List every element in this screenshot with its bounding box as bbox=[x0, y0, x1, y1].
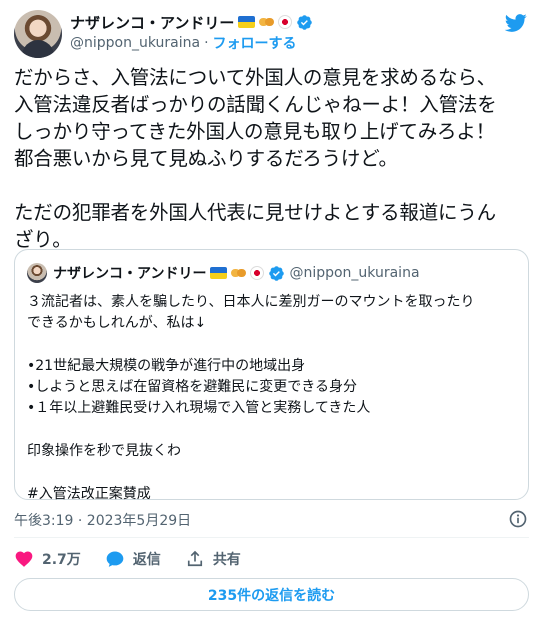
like-count: 2.7万 bbox=[42, 552, 81, 568]
quoted-tweet[interactable]: ナザレンコ・アンドリー @nippon_ukuraina ３流記者は、素人を騙し… bbox=[14, 249, 529, 502]
author-handle[interactable]: @nippon_ukuraina bbox=[70, 35, 200, 51]
tweet-line: ただの犯罪者を外国人代表に見せけよとする報道にうん bbox=[14, 201, 496, 224]
verified-badge-icon bbox=[269, 265, 285, 281]
share-icon bbox=[187, 550, 202, 567]
quoted-line: •21世紀最大規模の戦争が進行中の地域出身 bbox=[27, 357, 306, 374]
tweet-timestamp[interactable]: 午後3:19 · 2023年5月29日 bbox=[14, 510, 191, 530]
reply-button[interactable]: 返信 bbox=[105, 549, 161, 569]
tweet-line: だからさ、入管法について外国人の意見を求めるなら、 bbox=[14, 66, 496, 89]
author-avatar[interactable] bbox=[14, 10, 62, 58]
tweet-line: 都合悪いから見て見ぬふりするだろうけど。 bbox=[14, 147, 398, 170]
author-name-row: ナザレンコ・アンドリー bbox=[70, 12, 313, 32]
quoted-line: ３流記者は、素人を騙したり、日本人に差別ガーのマウントを取ったり bbox=[27, 294, 475, 310]
ukraine-flag-icon bbox=[238, 16, 256, 28]
quoted-line bbox=[27, 462, 519, 483]
japan-flag-icon bbox=[278, 15, 293, 29]
quoted-line: 印象操作を秒で見抜くわ bbox=[27, 443, 181, 460]
share-button[interactable]: 共有 bbox=[185, 549, 241, 569]
tweet-line: しっかり守ってきた外国人の意見も取り上げてみろよ！ bbox=[14, 120, 495, 143]
tweet-actions: 2.7万 返信 共有 bbox=[14, 548, 265, 570]
verified-badge-icon bbox=[297, 14, 313, 30]
reply-label: 返信 bbox=[132, 552, 161, 568]
follow-button[interactable]: フォローする bbox=[213, 33, 297, 53]
info-icon[interactable] bbox=[508, 509, 528, 529]
separator-dot: · bbox=[204, 35, 209, 51]
divider bbox=[14, 537, 529, 538]
ukraine-flag-icon bbox=[210, 267, 228, 279]
quoted-tweet-header: ナザレンコ・アンドリー @nippon_ukuraina bbox=[53, 263, 420, 283]
reply-bubble-icon bbox=[106, 551, 124, 567]
japan-flag-icon bbox=[250, 266, 265, 280]
quoted-hashtag[interactable]: #入管法改正案賛成 bbox=[27, 484, 519, 505]
tweet-line: 入管法違反者ばっかりの話聞くんじゃねーよ！入管法を bbox=[14, 93, 497, 116]
handshake-icon bbox=[259, 16, 275, 28]
like-button[interactable]: 2.7万 bbox=[14, 549, 81, 569]
tweet-text: だからさ、入管法について外国人の意見を求めるなら、 入管法違反者ばっかりの話聞く… bbox=[14, 64, 529, 253]
heart-icon bbox=[15, 551, 33, 567]
quoted-line: できるかもしれんが、私は↓ bbox=[27, 315, 207, 332]
tweet-card: ナザレンコ・アンドリー @nippon_ukuraina · フォローする だか… bbox=[0, 0, 541, 625]
quoted-line bbox=[27, 335, 519, 356]
quoted-line bbox=[27, 420, 519, 441]
author-display-name[interactable]: ナザレンコ・アンドリー bbox=[70, 12, 234, 33]
author-handle-row: @nippon_ukuraina · フォローする bbox=[70, 34, 297, 52]
twitter-bird-icon[interactable] bbox=[503, 12, 529, 34]
share-label: 共有 bbox=[212, 552, 241, 568]
handshake-icon bbox=[231, 267, 247, 279]
read-replies-button[interactable]: 235件の返信を読む bbox=[14, 578, 529, 611]
quoted-author-avatar bbox=[27, 263, 47, 283]
quoted-line: •１年以上避難民受け入れ現場で入管と実務してきた人 bbox=[27, 400, 371, 417]
quoted-author-handle: @nippon_ukuraina bbox=[289, 265, 420, 281]
quoted-tweet-text: ３流記者は、素人を騙したり、日本人に差別ガーのマウントを取ったり できるかもしれ… bbox=[27, 292, 519, 505]
quoted-line: •しようと思えば在留資格を避難民に変更できる身分 bbox=[27, 379, 357, 396]
quoted-author-name: ナザレンコ・アンドリー bbox=[53, 266, 207, 282]
